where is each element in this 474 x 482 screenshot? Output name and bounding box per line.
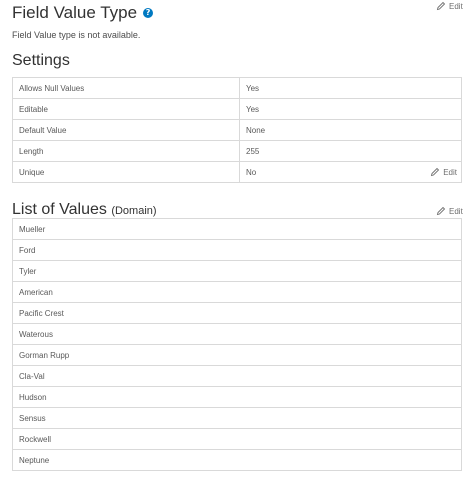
setting-key: Length: [12, 140, 240, 162]
list-of-values-table: Mueller Ford Tyler American Pacific Cres…: [12, 218, 462, 471]
table-row: Allows Null Values Yes: [12, 77, 462, 99]
list-item: Mueller: [12, 218, 462, 240]
list-item-label: Tyler: [12, 260, 462, 282]
list-item-label: Neptune: [12, 449, 462, 471]
setting-value-text: No: [246, 167, 257, 177]
list-item: Rockwell: [12, 428, 462, 450]
list-of-values-subtitle: (Domain): [111, 205, 157, 217]
field-value-type-header: Field Value Type ?: [12, 3, 154, 23]
setting-value: None: [239, 119, 462, 141]
list-item: Tyler: [12, 260, 462, 282]
help-icon[interactable]: ?: [143, 8, 154, 18]
list-item: Cla-Val: [12, 365, 462, 387]
field-value-type-description: Field Value type is not available.: [12, 30, 141, 40]
setting-value: Yes: [239, 77, 462, 99]
settings-title: Settings: [12, 52, 70, 69]
list-item-label: Gorman Rupp: [12, 344, 462, 366]
list-item-label: Cla-Val: [12, 365, 462, 387]
setting-value: 255: [239, 140, 462, 162]
list-item-label: Waterous: [12, 323, 462, 345]
list-item: American: [12, 281, 462, 303]
list-item-label: American: [12, 281, 462, 303]
list-item: Sensus: [12, 407, 462, 429]
list-item: Neptune: [12, 449, 462, 471]
list-item-label: Pacific Crest: [12, 302, 462, 324]
list-item: Gorman Rupp: [12, 344, 462, 366]
field-value-type-title: Field Value Type: [12, 3, 138, 22]
table-row: Default Value None: [12, 119, 462, 141]
setting-key: Default Value: [12, 119, 240, 141]
setting-key: Editable: [12, 98, 240, 120]
pencil-icon: [436, 206, 446, 216]
table-row: Editable Yes: [12, 98, 462, 120]
pencil-icon: [436, 1, 446, 11]
settings-table: Allows Null Values Yes Editable Yes Defa…: [12, 77, 462, 183]
list-of-values-title-text: List of Values: [12, 201, 107, 218]
list-of-values-title: List of Values (Domain): [12, 201, 157, 219]
list-item-label: Hudson: [12, 386, 462, 408]
field-value-type-edit-button[interactable]: Edit: [436, 1, 463, 11]
pencil-icon: [431, 167, 440, 177]
table-row: Unique No Edit: [12, 161, 462, 183]
edit-label: Edit: [443, 167, 457, 177]
list-item-label: Ford: [12, 239, 462, 261]
list-item-label: Mueller: [12, 218, 462, 240]
setting-key: Allows Null Values: [12, 77, 240, 99]
list-item: Waterous: [12, 323, 462, 345]
list-of-values-edit-button[interactable]: Edit: [436, 206, 463, 216]
edit-label: Edit: [449, 206, 463, 216]
list-item: Ford: [12, 239, 462, 261]
setting-value: Yes: [239, 98, 462, 120]
list-item-label: Sensus: [12, 407, 462, 429]
table-row: Length 255: [12, 140, 462, 162]
setting-key: Unique: [12, 161, 240, 183]
edit-label: Edit: [449, 1, 463, 11]
list-item: Hudson: [12, 386, 462, 408]
settings-edit-button[interactable]: Edit: [430, 167, 457, 177]
setting-value: No Edit: [239, 161, 462, 183]
list-item: Pacific Crest: [12, 302, 462, 324]
list-item-label: Rockwell: [12, 428, 462, 450]
